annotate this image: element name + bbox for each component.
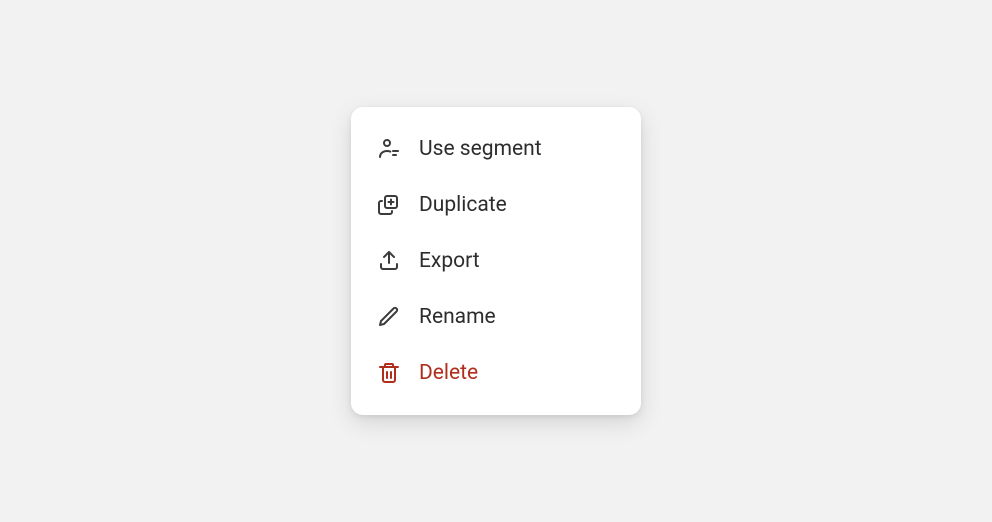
export-icon — [377, 249, 401, 273]
menu-item-delete[interactable]: Delete — [351, 345, 641, 401]
context-menu: Use segment Duplicate Export — [351, 107, 641, 415]
menu-item-label: Export — [419, 251, 480, 272]
menu-item-export[interactable]: Export — [351, 233, 641, 289]
menu-item-label: Rename — [419, 307, 496, 328]
trash-icon — [377, 361, 401, 385]
menu-item-label: Delete — [419, 363, 478, 384]
duplicate-icon — [377, 193, 401, 217]
menu-item-label: Duplicate — [419, 195, 507, 216]
rename-icon — [377, 305, 401, 329]
menu-item-use-segment[interactable]: Use segment — [351, 121, 641, 177]
user-segment-icon — [377, 137, 401, 161]
menu-item-duplicate[interactable]: Duplicate — [351, 177, 641, 233]
menu-item-label: Use segment — [419, 139, 542, 160]
menu-item-rename[interactable]: Rename — [351, 289, 641, 345]
